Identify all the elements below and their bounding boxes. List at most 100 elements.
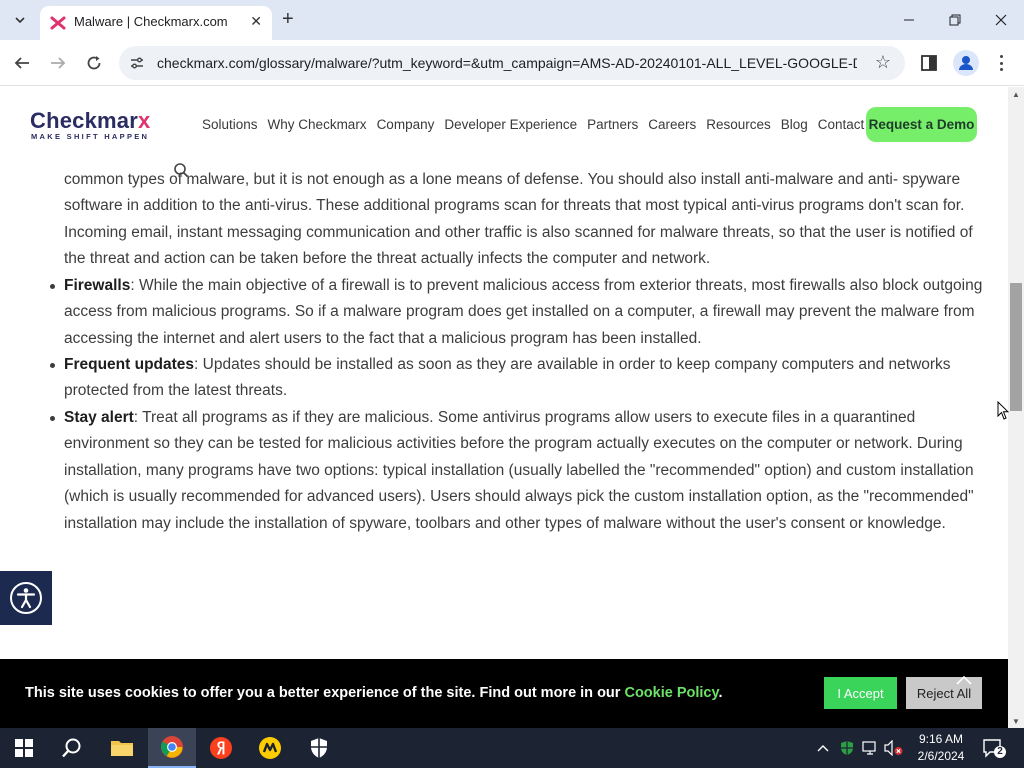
- main-navigation: Solutions Why Checkmarx Company Develope…: [202, 117, 874, 132]
- accept-cookies-button[interactable]: I Accept: [824, 677, 897, 709]
- page-scrollbar[interactable]: ▲ ▼: [1008, 87, 1024, 728]
- antivirus-first-line: common types of malware, but it is not e…: [64, 171, 899, 188]
- accessibility-icon: [10, 582, 42, 614]
- search-icon[interactable]: [173, 162, 189, 178]
- chevron-down-icon: [15, 17, 25, 23]
- site-settings-icon[interactable]: [129, 55, 145, 71]
- forward-button[interactable]: [47, 52, 69, 74]
- cookie-policy-link[interactable]: Cookie Policy: [624, 685, 718, 701]
- cookie-consent-bar: This site uses cookies to offer you a be…: [0, 659, 1008, 728]
- request-demo-button[interactable]: Request a Demo: [866, 107, 977, 142]
- mouse-cursor-icon: [997, 401, 1009, 420]
- cookie-text: This site uses cookies to offer you a be…: [25, 685, 625, 701]
- list-item-text: : Treat all programs as if they are mali…: [64, 409, 974, 532]
- profile-avatar[interactable]: [953, 50, 979, 76]
- window-restore-button[interactable]: [940, 8, 970, 32]
- list-bullet: [50, 363, 55, 368]
- nav-partners[interactable]: Partners: [587, 117, 638, 132]
- back-to-top-icon[interactable]: [955, 673, 973, 687]
- list-item-frequent-updates: Frequent updates: Updates should be inst…: [64, 352, 989, 405]
- minimize-icon: [904, 19, 914, 21]
- restore-icon: [949, 14, 961, 26]
- back-button[interactable]: [11, 52, 33, 74]
- cookie-message: This site uses cookies to offer you a be…: [25, 685, 723, 701]
- arrow-left-icon: [14, 57, 29, 69]
- checkmarx-favicon-icon: [50, 16, 66, 30]
- accessibility-button[interactable]: [0, 571, 52, 625]
- start-button[interactable]: [0, 728, 48, 768]
- tray-network[interactable]: [861, 728, 881, 768]
- list-bullet: [50, 284, 55, 289]
- nav-resources[interactable]: Resources: [706, 117, 771, 132]
- window-close-button[interactable]: [986, 8, 1016, 32]
- logo-text: Checkmar: [30, 108, 138, 133]
- arrow-right-icon: [51, 57, 66, 69]
- nav-why-checkmarx[interactable]: Why Checkmarx: [268, 117, 367, 132]
- tab-title: Malware | Checkmarx.com: [74, 14, 228, 29]
- notification-count-badge: 2: [994, 746, 1006, 758]
- taskbar-chrome[interactable]: [148, 728, 196, 768]
- tray-volume[interactable]: [884, 728, 904, 768]
- windows-logo-icon: [15, 739, 33, 757]
- antivirus-paragraph: common types of malware, but it is not e…: [64, 167, 989, 273]
- search-icon: [62, 738, 81, 758]
- page-viewport: common types of malware, but it is not e…: [0, 87, 1008, 728]
- list-item-term: Stay alert: [64, 409, 134, 426]
- browser-menu-icon[interactable]: [996, 51, 1006, 75]
- address-bar[interactable]: checkmarx.com/glossary/malware/?utm_keyw…: [119, 46, 905, 80]
- network-icon: [862, 741, 876, 755]
- person-icon: [959, 56, 973, 70]
- tab-search-button[interactable]: [8, 9, 32, 31]
- cookie-text-end: .: [718, 685, 723, 701]
- list-item-text: : Updates should be installed as soon as…: [64, 356, 951, 400]
- nav-solutions[interactable]: Solutions: [202, 117, 258, 132]
- list-item-term: Firewalls: [64, 277, 131, 294]
- browser-tab-active[interactable]: Malware | Checkmarx.com ✕: [40, 6, 272, 40]
- logo-x: x: [138, 108, 151, 133]
- taskbar-search-button[interactable]: [48, 728, 96, 768]
- scroll-up-arrow-icon[interactable]: ▲: [1012, 90, 1020, 99]
- browser-title-bar: Malware | Checkmarx.com ✕ +: [0, 0, 1024, 40]
- nav-contact[interactable]: Contact: [818, 117, 865, 132]
- list-item-stay-alert: Stay alert: Treat all programs as if the…: [64, 405, 989, 537]
- yandex-icon: [210, 737, 232, 759]
- list-item-term: Frequent updates: [64, 356, 195, 373]
- system-clock[interactable]: 9:16 AM 2/6/2024: [908, 731, 974, 765]
- nav-blog[interactable]: Blog: [781, 117, 808, 132]
- shield-icon: [311, 738, 327, 758]
- tray-defender[interactable]: [838, 728, 856, 768]
- scroll-down-arrow-icon[interactable]: ▼: [1012, 717, 1020, 726]
- window-minimize-button[interactable]: [894, 8, 924, 32]
- taskbar-file-explorer[interactable]: [98, 728, 146, 768]
- browser-toolbar: checkmarx.com/glossary/malware/?utm_keyw…: [0, 40, 1024, 86]
- nav-company[interactable]: Company: [377, 117, 435, 132]
- chevron-up-icon: [817, 745, 829, 752]
- bookmark-star-icon[interactable]: ☆: [875, 52, 891, 73]
- taskbar-yandex-browser[interactable]: [197, 728, 245, 768]
- list-item-firewalls: Firewalls: While the main objective of a…: [64, 273, 989, 352]
- nav-careers[interactable]: Careers: [648, 117, 696, 132]
- reload-icon: [87, 56, 101, 70]
- site-header: Checkmarx MAKE SHIFT HAPPEN Solutions Wh…: [0, 87, 1008, 161]
- tray-overflow-button[interactable]: [814, 728, 832, 768]
- list-item-text: : While the main objective of a firewall…: [64, 277, 983, 347]
- list-bullet: [50, 416, 55, 421]
- notification-center-button[interactable]: 2: [982, 737, 1006, 759]
- clock-time: 9:16 AM: [918, 732, 964, 746]
- tab-close-icon[interactable]: ✕: [250, 13, 262, 30]
- folder-icon: [111, 741, 133, 756]
- url-text: checkmarx.com/glossary/malware/?utm_keyw…: [157, 55, 857, 71]
- taskbar-security-app[interactable]: [295, 728, 343, 768]
- clock-date: 2/6/2024: [917, 749, 965, 763]
- reload-button[interactable]: [83, 52, 105, 74]
- nav-developer-experience[interactable]: Developer Experience: [444, 117, 577, 132]
- checkmarx-logo[interactable]: Checkmarx: [30, 108, 150, 134]
- chrome-icon: [161, 736, 183, 758]
- close-icon: [995, 14, 1007, 26]
- logo-tagline: MAKE SHIFT HAPPEN: [31, 132, 150, 141]
- market-icon: [259, 737, 281, 759]
- side-panel-icon[interactable]: [918, 52, 940, 74]
- taskbar-yandex-market[interactable]: [246, 728, 294, 768]
- scroll-thumb[interactable]: [1010, 283, 1022, 411]
- new-tab-button[interactable]: +: [282, 9, 294, 29]
